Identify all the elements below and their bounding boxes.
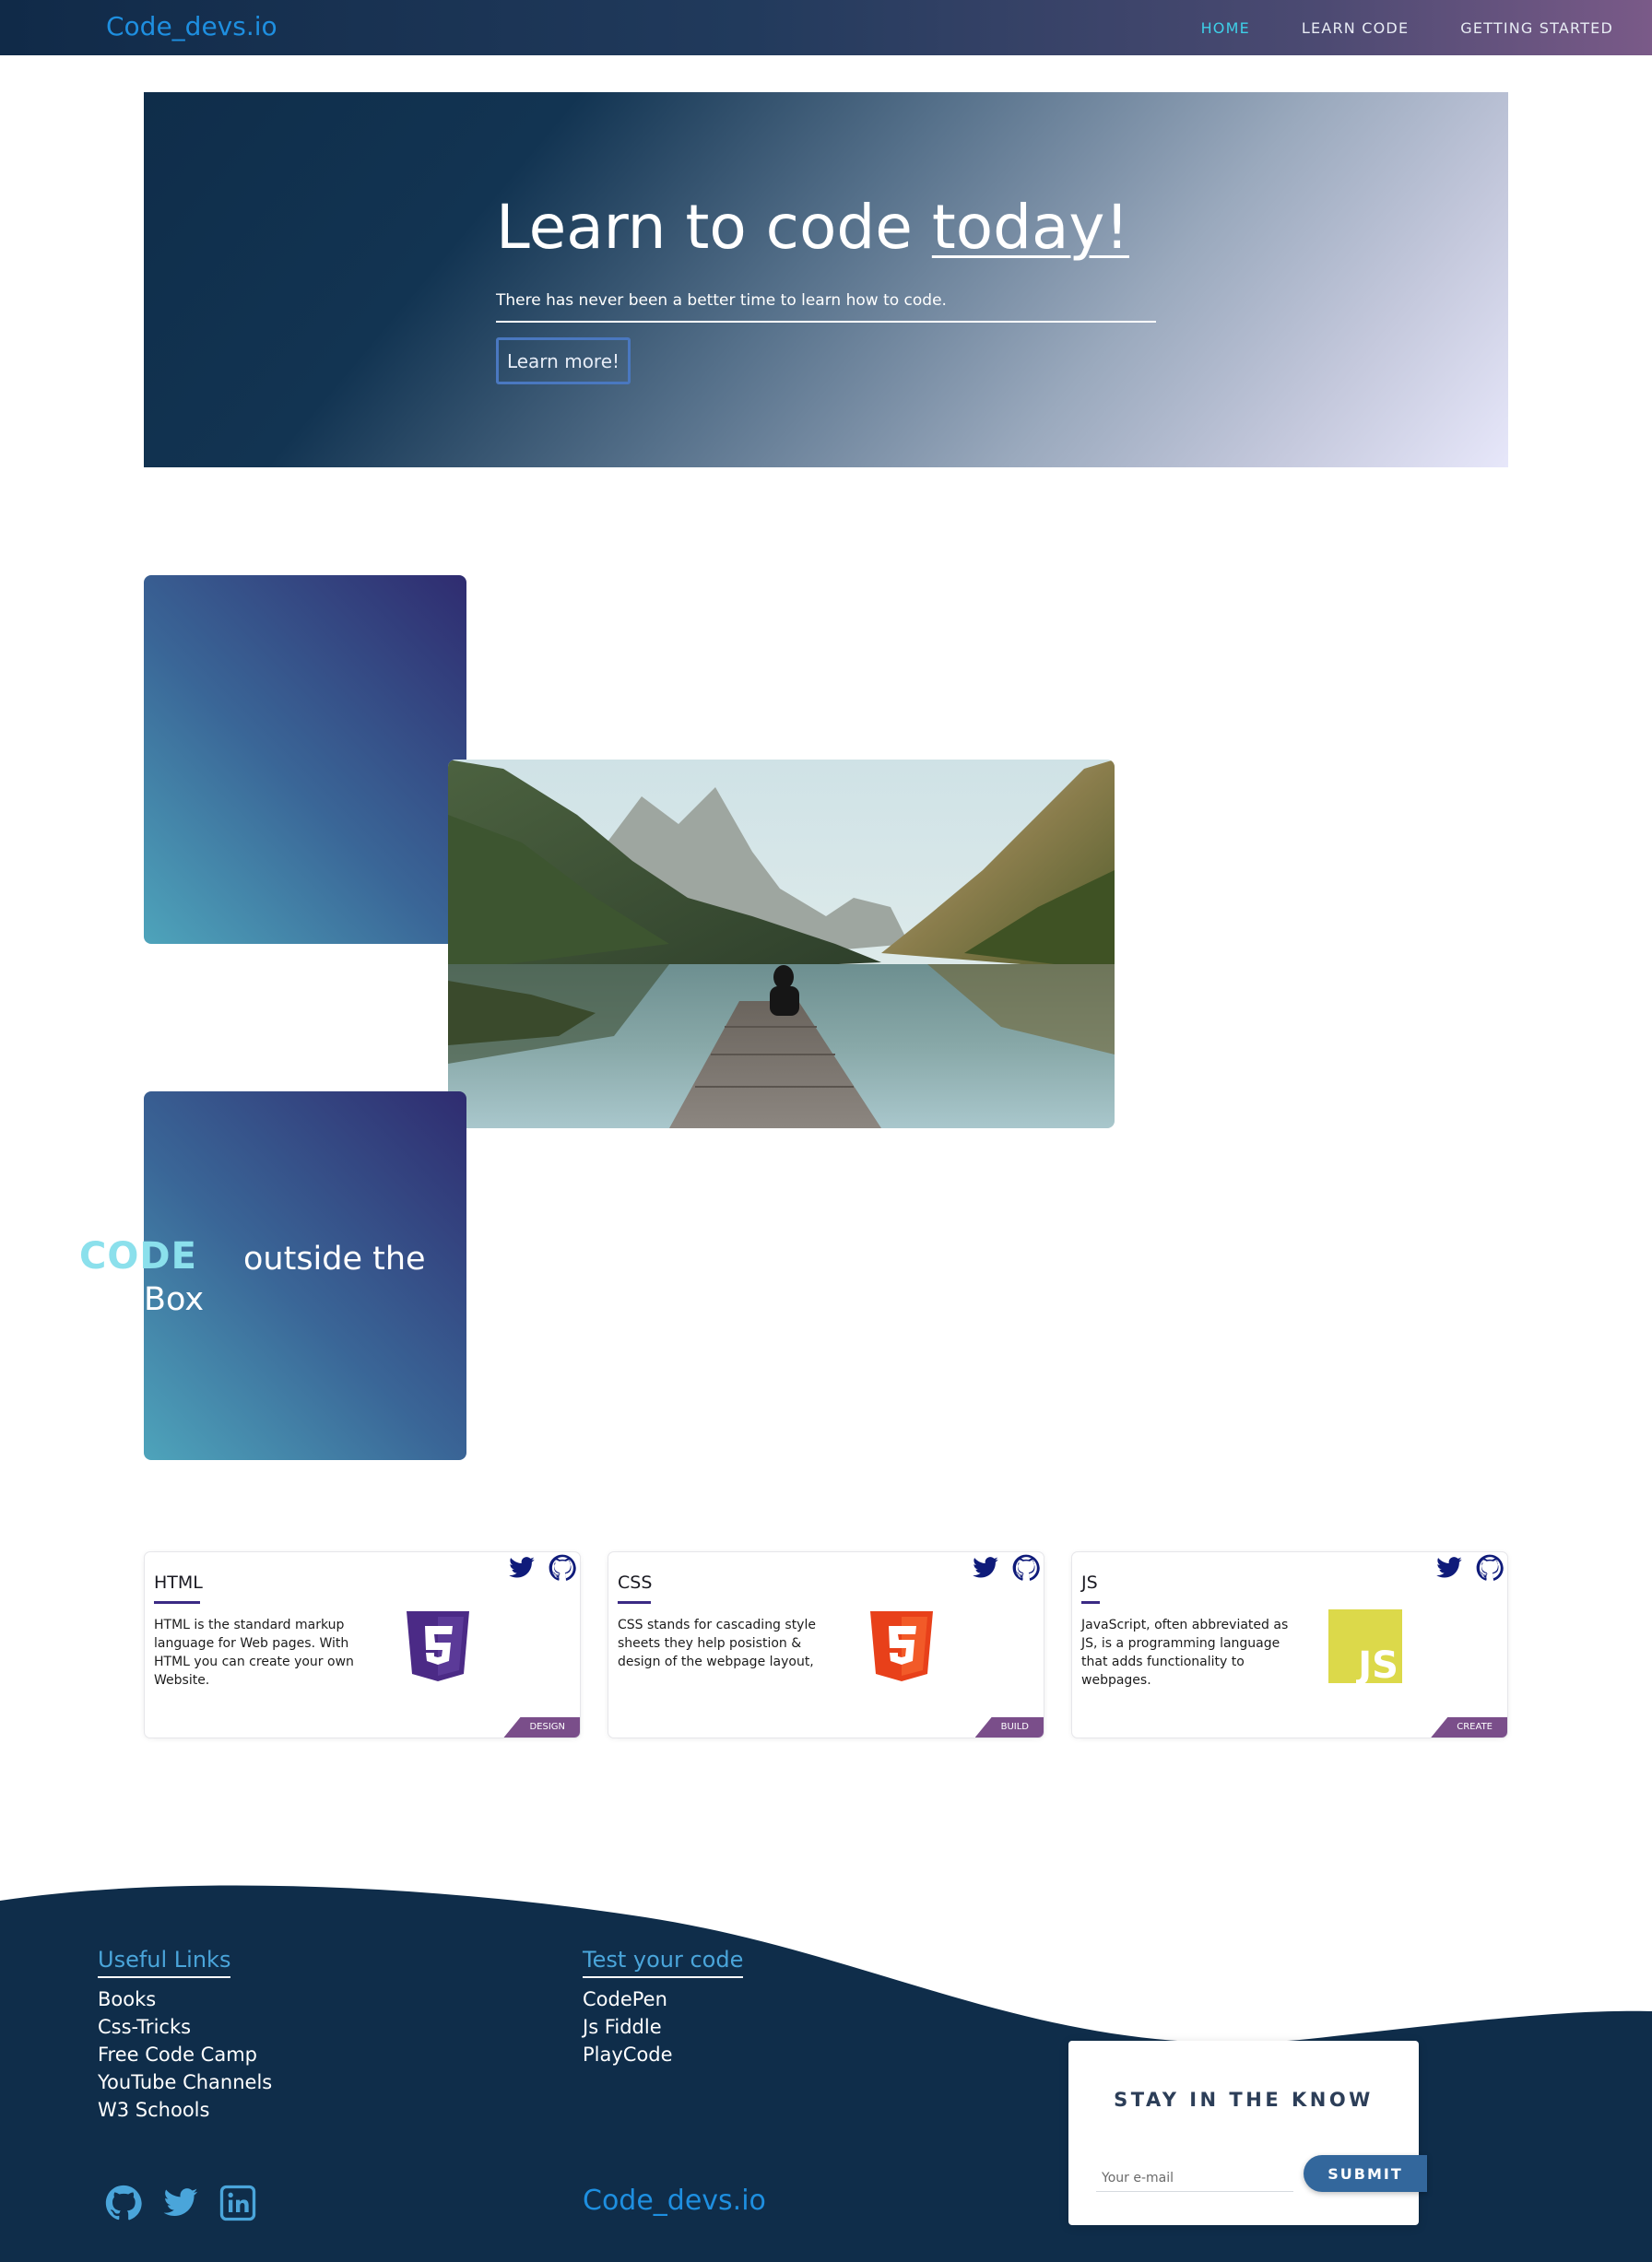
hero-title-emphasis: today! <box>931 192 1129 263</box>
css3-icon <box>870 1611 933 1681</box>
title-underline <box>154 1601 200 1604</box>
card-title: HTML <box>154 1573 203 1593</box>
js-icon: JS <box>1328 1609 1402 1683</box>
card-social-icons <box>1435 1554 1504 1582</box>
title-underline <box>1081 1601 1100 1604</box>
github-icon[interactable] <box>1476 1554 1504 1582</box>
brand-logo[interactable]: Code_devs.io <box>106 11 277 41</box>
hero-banner: Learn to code today! There has never bee… <box>144 92 1508 467</box>
html-card: HTML HTML is the standard markup languag… <box>144 1551 581 1738</box>
box-word: Box <box>144 1281 205 1318</box>
hero-subtitle: There has never been a better time to le… <box>496 291 1156 323</box>
newsletter-title: STAY IN THE KNOW <box>1114 2089 1374 2111</box>
twitter-icon[interactable] <box>508 1554 536 1582</box>
site-footer: Useful Links Books Css-Tricks Free Code … <box>0 1880 1652 2262</box>
useful-links-heading: Useful Links <box>98 1947 231 1978</box>
footer-link-css-tricks[interactable]: Css-Tricks <box>98 2013 272 2041</box>
newsletter-card: STAY IN THE KNOW SUBMIT <box>1068 2041 1427 2225</box>
test-links-list: CodePen Js Fiddle PlayCode <box>583 1985 673 2068</box>
gradient-panel-top <box>144 575 466 944</box>
footer-social-icons <box>105 2185 256 2221</box>
nav-links: HOME LEARN CODE GETTING STARTED <box>1201 0 1613 55</box>
design-tag: DESIGN <box>503 1717 580 1738</box>
create-tag: CREATE <box>1431 1717 1507 1738</box>
footer-brand[interactable]: Code_devs.io <box>583 2185 766 2217</box>
test-your-code-heading: Test your code <box>583 1947 744 1978</box>
title-underline <box>618 1601 651 1604</box>
useful-links-list: Books Css-Tricks Free Code Camp YouTube … <box>98 1985 272 2124</box>
github-icon[interactable] <box>105 2185 142 2221</box>
code-word: CODE <box>79 1235 197 1278</box>
css-card: CSS CSS stands for cascading style sheet… <box>608 1551 1044 1738</box>
lake-mountain-photo <box>448 760 1115 1128</box>
twitter-icon[interactable] <box>972 1554 999 1582</box>
card-description: CSS stands for cascading style sheets th… <box>618 1618 816 1669</box>
submit-button[interactable]: SUBMIT <box>1304 2155 1427 2192</box>
twitter-icon[interactable] <box>1435 1554 1463 1582</box>
github-icon[interactable] <box>1012 1554 1040 1582</box>
build-tag: BUILD <box>974 1717 1044 1738</box>
card-social-icons <box>508 1554 576 1582</box>
card-title: JS <box>1081 1573 1098 1593</box>
email-input[interactable] <box>1096 2164 1293 2192</box>
landscape-image <box>448 760 1115 1128</box>
footer-link-js-fiddle[interactable]: Js Fiddle <box>583 2013 673 2041</box>
nav-link-learn-code[interactable]: LEARN CODE <box>1302 19 1409 37</box>
footer-link-codepen[interactable]: CodePen <box>583 1985 673 2013</box>
html5-icon <box>407 1611 469 1681</box>
card-description: HTML is the standard markup language for… <box>154 1618 354 1688</box>
card-title: CSS <box>618 1573 653 1593</box>
hero-title-main: Learn to code <box>496 192 932 263</box>
footer-link-w3-schools[interactable]: W3 Schools <box>98 2096 272 2124</box>
js-card: JS JavaScript, often abbreviated as JS, … <box>1071 1551 1508 1738</box>
hero-title: Learn to code today! <box>496 192 1129 263</box>
nav-link-getting-started[interactable]: GETTING STARTED <box>1460 19 1613 37</box>
nav-link-home[interactable]: HOME <box>1201 19 1250 37</box>
outside-the-text: outside the <box>243 1241 426 1278</box>
card-description: JavaScript, often abbreviated as JS, is … <box>1081 1618 1289 1688</box>
footer-link-playcode[interactable]: PlayCode <box>583 2041 673 2068</box>
footer-link-youtube-channels[interactable]: YouTube Channels <box>98 2068 272 2096</box>
footer-link-books[interactable]: Books <box>98 1985 272 2013</box>
learn-more-button[interactable]: Learn more! <box>496 337 631 384</box>
top-navbar: Code_devs.io HOME LEARN CODE GETTING STA… <box>0 0 1652 55</box>
github-icon[interactable] <box>549 1554 576 1582</box>
footer-link-free-code-camp[interactable]: Free Code Camp <box>98 2041 272 2068</box>
svg-text:JS: JS <box>1355 1644 1398 1683</box>
card-social-icons <box>972 1554 1040 1582</box>
linkedin-icon[interactable] <box>219 2185 256 2221</box>
twitter-icon[interactable] <box>162 2185 199 2221</box>
